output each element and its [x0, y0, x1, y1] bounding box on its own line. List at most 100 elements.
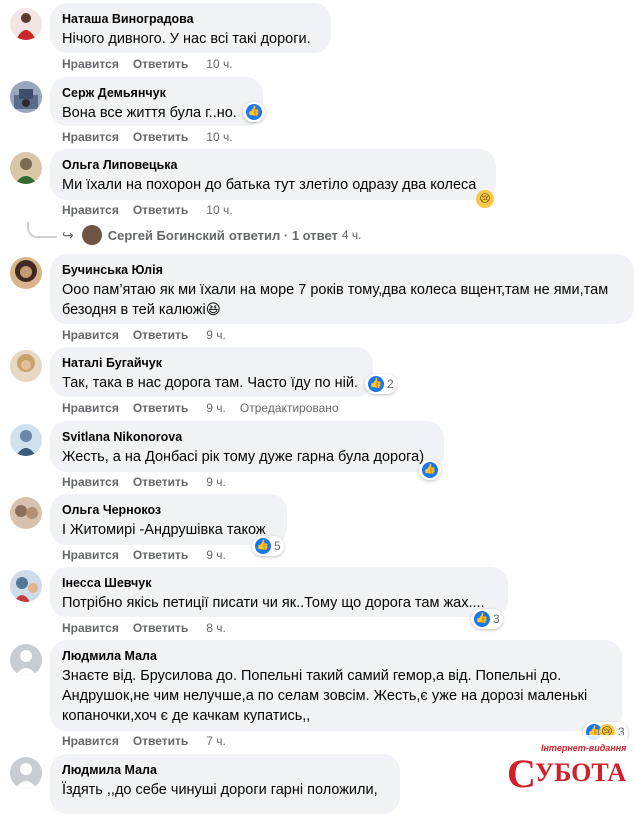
edited-label[interactable]: Отредактировано — [240, 401, 339, 415]
comment-time[interactable]: 10 ч. — [206, 57, 232, 71]
comment-bubble: Наташа Виноградова Нічого дивного. У нас… — [50, 3, 331, 53]
like-reaction-icon: 👍 — [474, 611, 490, 627]
reply-button[interactable]: Ответить — [133, 621, 188, 635]
svg-text:УБОТА: УБОТА — [535, 758, 626, 787]
like-button[interactable]: Нравится — [62, 130, 119, 144]
like-reaction-icon: 👍 — [255, 538, 271, 554]
comment-actions: Нравится Ответить 10 ч. — [62, 57, 247, 71]
reply-author[interactable]: Сергей Богинский — [108, 228, 225, 243]
avatar[interactable] — [10, 644, 42, 676]
comment-time[interactable]: 10 ч. — [206, 203, 232, 217]
comment-time[interactable]: 9 ч. — [206, 401, 226, 415]
comment-actions: Нравится Ответить 9 ч. — [62, 328, 240, 342]
comment-text: І Житомирі -Андрушівка також — [62, 522, 266, 538]
comment-author[interactable]: Наталі Бугайчук — [62, 355, 361, 371]
comment-bubble: Людмила Мала Їздять ,,до себе чинуші дор… — [50, 754, 400, 814]
reply-button[interactable]: Ответить — [133, 475, 188, 489]
like-button[interactable]: Нравится — [62, 57, 119, 71]
comment-time[interactable]: 9 ч. — [206, 475, 226, 489]
like-button[interactable]: Нравится — [62, 203, 119, 217]
comment-bubble: Наталі Бугайчук Так, така в нас дорога т… — [50, 347, 373, 397]
reply-button[interactable]: Ответить — [133, 734, 188, 748]
comment-actions: Нравится Ответить 10 ч. — [62, 203, 247, 217]
comment-time[interactable]: 7 ч. — [206, 734, 226, 748]
comment-text: Нічого дивного. У нас всі такі дороги. — [62, 31, 311, 47]
reaction-count[interactable]: 😢 — [473, 189, 497, 209]
comment-author[interactable]: Людмила Мала — [62, 648, 610, 664]
comment-author[interactable]: Наташа Виноградова — [62, 11, 319, 27]
like-button[interactable]: Нравится — [62, 475, 119, 489]
thread-connector — [27, 222, 57, 238]
comment-text: Жесть, а на Донбасі рік тому дуже гарна … — [62, 449, 425, 465]
reaction-number: 5 — [274, 539, 281, 553]
comment-author[interactable]: Інесса Шевчук — [62, 575, 496, 591]
comment-time[interactable]: 9 ч. — [206, 548, 226, 562]
svg-text:Інтернет-видання: Інтернет-видання — [541, 743, 627, 753]
comment-bubble: Ольга Липовецька Ми їхали на похорон до … — [50, 149, 496, 200]
comment-bubble: Серж Демьянчук Вона все життя була г..но… — [50, 77, 263, 126]
comment-actions: Нравится Ответить 8 ч. — [62, 621, 240, 635]
comment-author[interactable]: Svitlana Nikonorova — [62, 429, 432, 445]
reaction-count[interactable]: 👍 5 — [252, 536, 284, 556]
comment-text: Їздять ,,до себе чинуші дороги гарні пол… — [62, 782, 378, 798]
avatar[interactable] — [10, 497, 42, 529]
comment-time[interactable]: 9 ч. — [206, 328, 226, 342]
like-button[interactable]: Нравится — [62, 734, 119, 748]
comment-author[interactable]: Бучинська Юлія — [62, 262, 622, 278]
reaction-count[interactable]: 👍 — [419, 460, 441, 480]
comment-bubble: Бучинська Юлія Ооо пам’ятаю як ми їхали … — [50, 254, 634, 324]
reply-button[interactable]: Ответить — [133, 401, 188, 415]
reaction-count[interactable]: 👍 3 — [471, 609, 503, 629]
reply-button[interactable]: Ответить — [133, 548, 188, 562]
like-button[interactable]: Нравится — [62, 548, 119, 562]
comment-actions: Нравится Ответить 7 ч. — [62, 734, 240, 748]
reaction-number: 3 — [493, 612, 500, 626]
comment-bubble: Людмила Мала Знаєте від. Брусилова до. П… — [50, 640, 622, 731]
comment-author[interactable]: Ольга Липовецька — [62, 157, 484, 173]
comment-author[interactable]: Серж Демьянчук — [62, 85, 251, 101]
avatar[interactable] — [10, 257, 42, 289]
reaction-number: 2 — [387, 377, 394, 391]
comment-text: Знаєте від. Брусилова до. Попельні такий… — [62, 668, 588, 724]
reply-label[interactable]: ответил · 1 ответ — [229, 228, 338, 243]
sad-reaction-icon: 😢 — [476, 190, 494, 208]
comment-text: Потрібно якісь петиції писати чи як..Том… — [62, 595, 485, 611]
avatar[interactable] — [10, 570, 42, 602]
comment-actions: Нравится Ответить 10 ч. — [62, 130, 247, 144]
like-button[interactable]: Нравится — [62, 328, 119, 342]
comment-bubble: Ольга Чернокоз І Житомирі -Андрушівка та… — [50, 494, 287, 545]
avatar[interactable] — [10, 152, 42, 184]
comment-bubble: Svitlana Nikonorova Жесть, а на Донбасі … — [50, 421, 444, 472]
reply-arrow-icon: ↪ — [62, 226, 74, 243]
reply-button[interactable]: Ответить — [133, 203, 188, 217]
reaction-count[interactable]: 👍 2 — [365, 374, 397, 394]
like-button[interactable]: Нравится — [62, 401, 119, 415]
comment-time[interactable]: 8 ч. — [206, 621, 226, 635]
reply-button[interactable]: Ответить — [133, 328, 188, 342]
comment-text: Ми їхали на похорон до батька тут злетіл… — [62, 177, 477, 193]
avatar[interactable] — [10, 350, 42, 382]
reply-button[interactable]: Ответить — [133, 57, 188, 71]
subota-logo-graphic: Інтернет-видання С УБОТА — [505, 735, 627, 796]
comment-actions: Нравится Ответить 9 ч. — [62, 475, 240, 489]
reply-summary[interactable]: ↪ Сергей Богинский ответил · 1 ответ 4 ч… — [62, 224, 362, 246]
avatar[interactable] — [10, 81, 42, 113]
reply-button[interactable]: Ответить — [133, 130, 188, 144]
reply-time: 4 ч. — [341, 228, 362, 242]
comment-author[interactable]: Ольга Чернокоз — [62, 502, 275, 518]
comment-text: Ооо пам’ятаю як ми їхали на море 7 років… — [62, 282, 609, 318]
comment-text: Вона все життя була г..но. — [62, 105, 237, 121]
avatar[interactable] — [10, 424, 42, 456]
svg-text:С: С — [507, 751, 536, 795]
like-reaction-icon: 👍 — [246, 104, 262, 120]
comment-bubble: Інесса Шевчук Потрібно якісь петиції пис… — [50, 567, 508, 617]
avatar[interactable] — [10, 757, 42, 789]
avatar[interactable] — [10, 8, 42, 40]
like-button[interactable]: Нравится — [62, 621, 119, 635]
avatar — [81, 225, 102, 245]
comment-author[interactable]: Людмила Мала — [62, 762, 388, 778]
reaction-count[interactable]: 👍 — [243, 102, 265, 122]
comment-time[interactable]: 10 ч. — [206, 130, 232, 144]
comment-actions: Нравится Ответить 9 ч. — [62, 548, 240, 562]
comment-text: Так, така в нас дорога там. Часто їду по… — [62, 375, 358, 391]
